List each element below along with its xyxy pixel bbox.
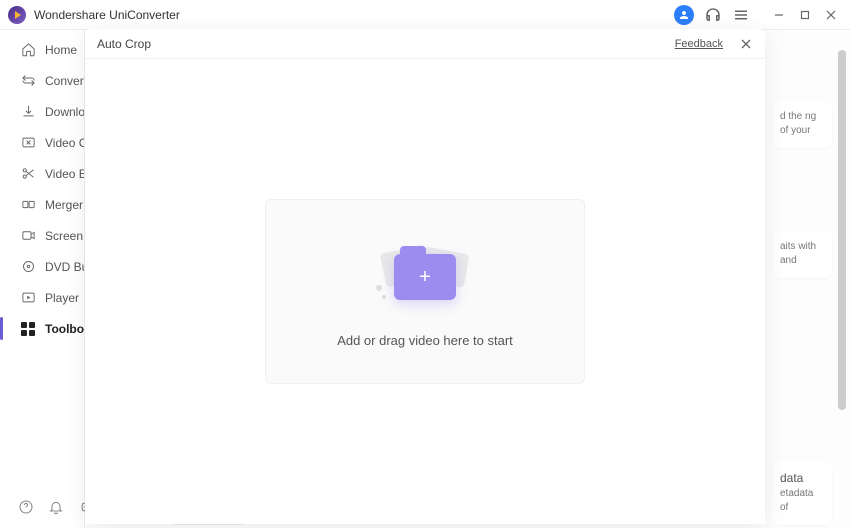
sidebar-item-editor[interactable]: Video Editor: [0, 158, 84, 189]
download-icon: [20, 104, 36, 120]
sidebar-item-home[interactable]: Home: [0, 34, 84, 65]
sidebar-item-label: Toolbox: [45, 322, 84, 336]
modal-close-button[interactable]: [737, 35, 755, 53]
sidebar-item-label: Player: [45, 291, 79, 305]
sidebar-item-label: Converter: [45, 74, 84, 88]
account-icon[interactable]: [674, 5, 694, 25]
help-icon[interactable]: [18, 498, 34, 516]
merge-icon: [20, 197, 36, 213]
titlebar: Wondershare UniConverter: [0, 0, 850, 30]
converter-icon: [20, 73, 36, 89]
play-icon: [20, 290, 36, 306]
bg-card: d the ng of your: [772, 100, 832, 148]
sidebar-item-label: Video Editor: [45, 167, 84, 181]
sidebar-item-label: Merger: [45, 198, 83, 212]
compress-icon: [20, 135, 36, 151]
sidebar-item-compressor[interactable]: Video Compressor: [0, 127, 84, 158]
sidebar-item-merger[interactable]: Merger: [0, 189, 84, 220]
sidebar-item-label: Downloader: [45, 105, 84, 119]
headset-icon[interactable]: [704, 6, 722, 24]
toolbox-icon: [20, 321, 36, 337]
sidebar-item-label: DVD Burner: [45, 260, 84, 274]
app-title: Wondershare UniConverter: [34, 8, 674, 22]
sidebar-item-converter[interactable]: Converter: [0, 65, 84, 96]
bell-icon[interactable]: [48, 498, 64, 516]
sidebar-item-dvd[interactable]: DVD Burner: [0, 251, 84, 282]
sidebar-item-downloader[interactable]: Downloader: [0, 96, 84, 127]
home-icon: [20, 42, 36, 58]
window-close-button[interactable]: [820, 4, 842, 26]
sidebar-item-label: Video Compressor: [45, 136, 84, 150]
minimize-button[interactable]: [768, 4, 790, 26]
sidebar-item-player[interactable]: Player: [0, 282, 84, 313]
bg-card: aits with and: [772, 230, 832, 278]
record-icon: [20, 228, 36, 244]
sidebar-item-label: Screen Recorder: [45, 229, 84, 243]
scissors-icon: [20, 166, 36, 182]
sidebar-item-recorder[interactable]: Screen Recorder: [0, 220, 84, 251]
scrollbar[interactable]: [838, 50, 846, 510]
bg-card: dataetadata of: [772, 460, 832, 525]
modal-title: Auto Crop: [95, 37, 675, 51]
maximize-button[interactable]: [794, 4, 816, 26]
auto-crop-modal: Auto Crop Feedback + Add or drag video h…: [85, 29, 765, 524]
folder-illustration: +: [380, 235, 470, 305]
sidebar-item-label: Home: [45, 43, 77, 57]
dropzone-text: Add or drag video here to start: [337, 333, 513, 348]
disc-icon: [20, 259, 36, 275]
sidebar: Home Converter Downloader Video Compress…: [0, 30, 85, 528]
folder-plus-icon: +: [394, 254, 456, 300]
video-dropzone[interactable]: + Add or drag video here to start: [265, 199, 585, 384]
feedback-link[interactable]: Feedback: [675, 38, 723, 50]
sidebar-item-toolbox[interactable]: Toolbox: [0, 313, 84, 344]
hamburger-menu-icon[interactable]: [732, 6, 750, 24]
modal-header: Auto Crop Feedback: [85, 29, 765, 59]
app-logo-icon: [8, 6, 26, 24]
